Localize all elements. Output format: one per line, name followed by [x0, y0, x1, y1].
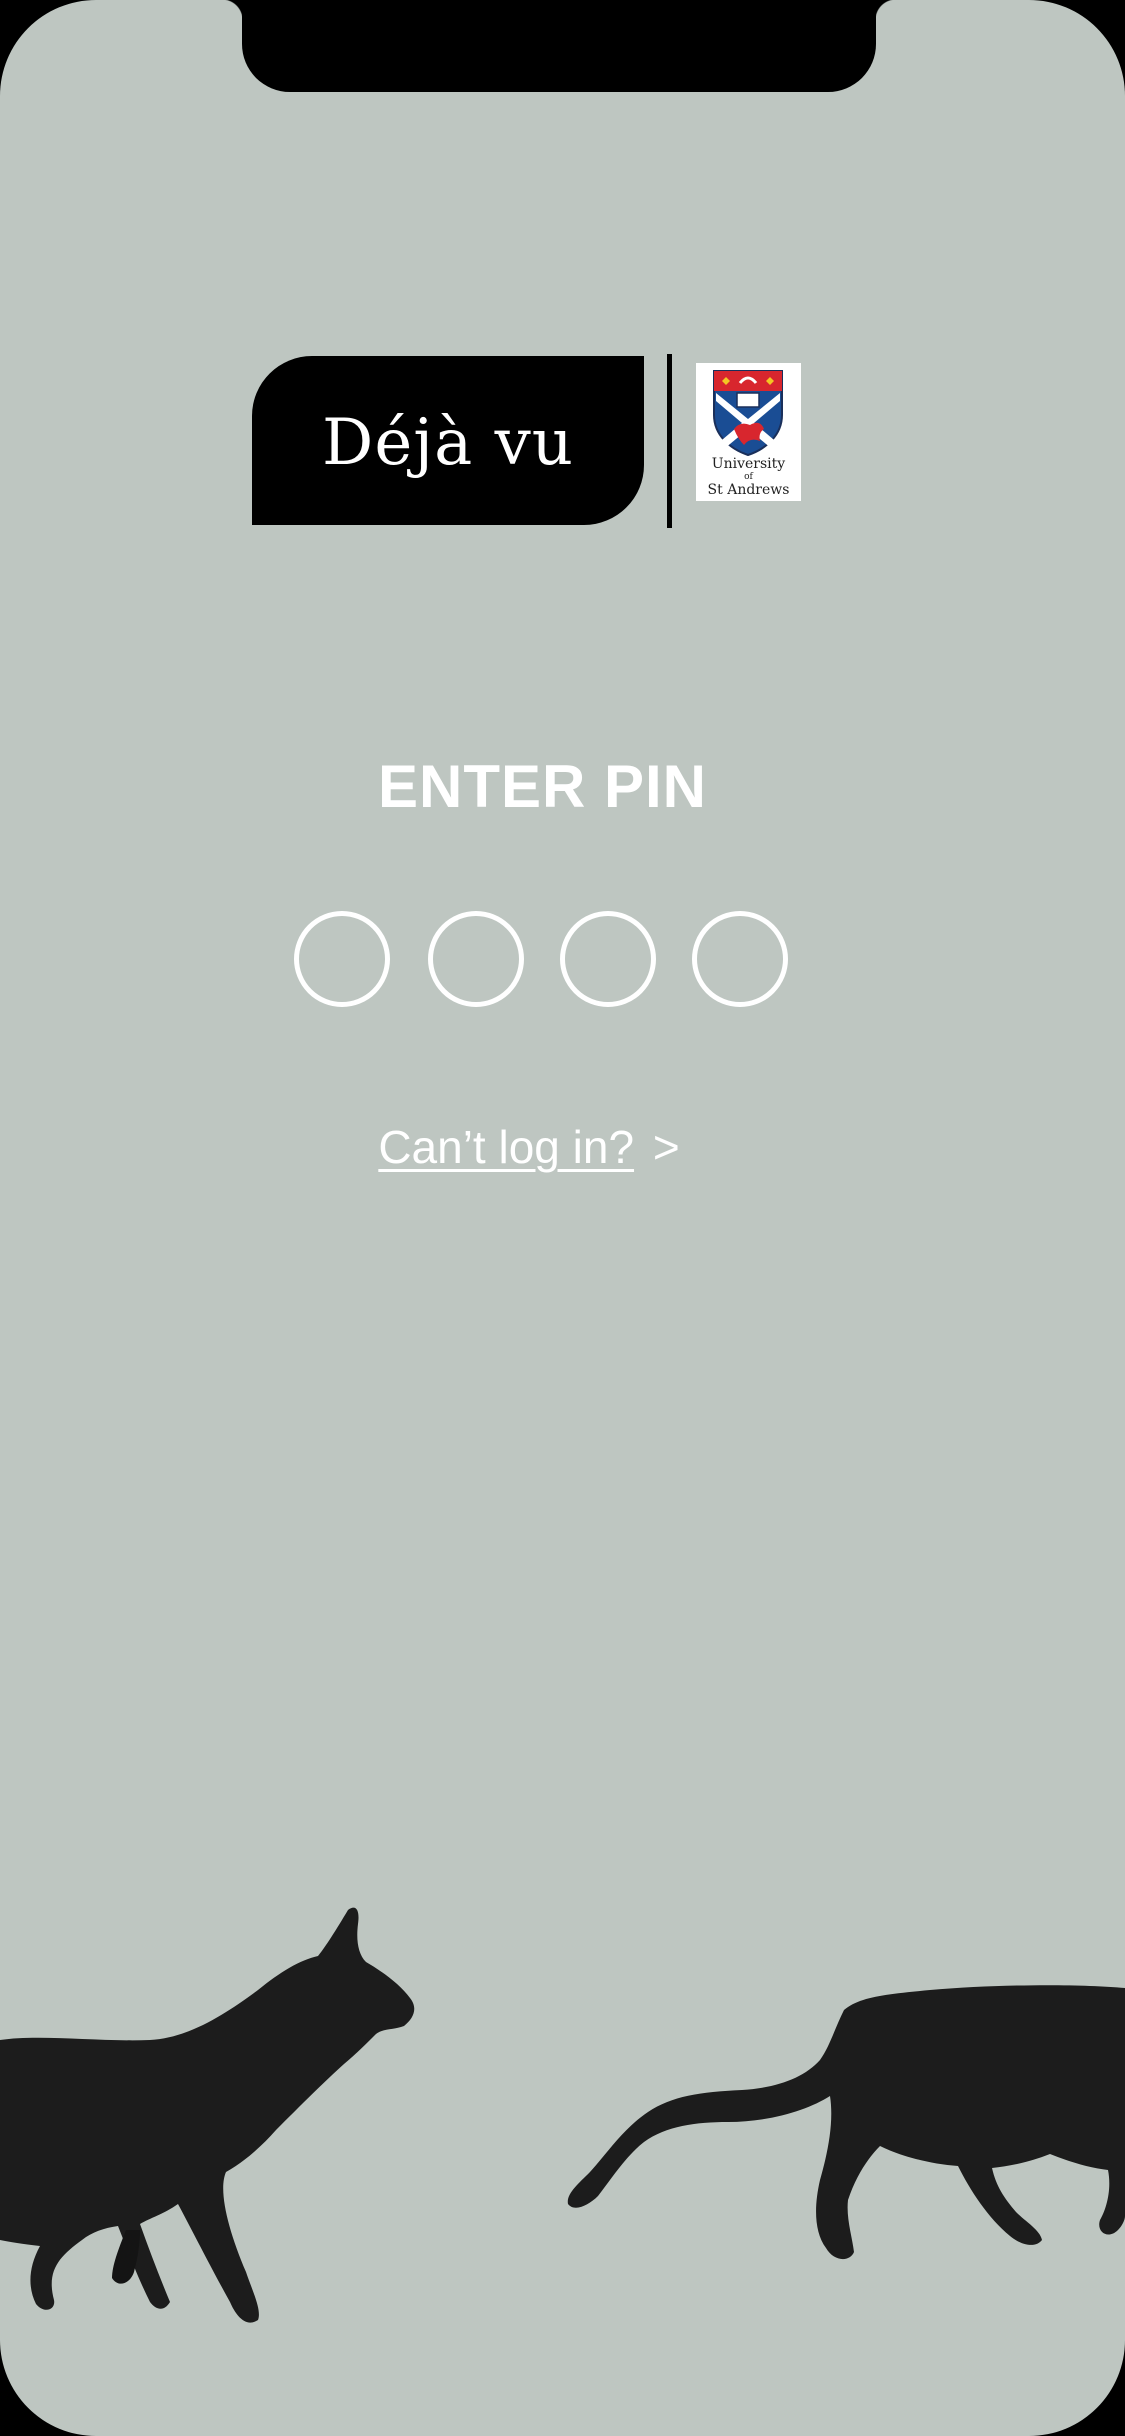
enter-pin-title: ENTER PIN — [377, 753, 708, 820]
app-logo: Déjà vu — [252, 356, 644, 525]
device-notch — [222, 0, 896, 92]
login-screen: Déjà vu University of St Andrews ENTER P… — [0, 0, 1125, 2436]
cat-silhouette-icon — [567, 1985, 1125, 2260]
cats-illustration — [0, 1907, 1125, 2323]
cat-silhouette-icon — [0, 1907, 415, 2323]
university-name-line1: University — [711, 456, 786, 472]
cant-login-row[interactable]: Can’t log in? > — [0, 1120, 1058, 1174]
app-name: Déjà vu — [322, 405, 574, 480]
logo-divider — [667, 354, 672, 528]
pin-digit-2[interactable] — [428, 911, 524, 1007]
pin-digit-1[interactable] — [294, 911, 390, 1007]
chevron-right-icon[interactable]: > — [653, 1121, 680, 1173]
pin-indicator[interactable] — [0, 911, 1125, 1007]
cant-login-link[interactable]: Can’t log in? — [378, 1121, 634, 1173]
university-crest-icon — [713, 370, 783, 457]
pin-digit-4[interactable] — [692, 911, 788, 1007]
university-logo: University of St Andrews — [696, 363, 801, 501]
pin-digit-3[interactable] — [560, 911, 656, 1007]
university-name-line3: St Andrews — [707, 482, 790, 498]
university-name-line2: of — [744, 472, 753, 482]
